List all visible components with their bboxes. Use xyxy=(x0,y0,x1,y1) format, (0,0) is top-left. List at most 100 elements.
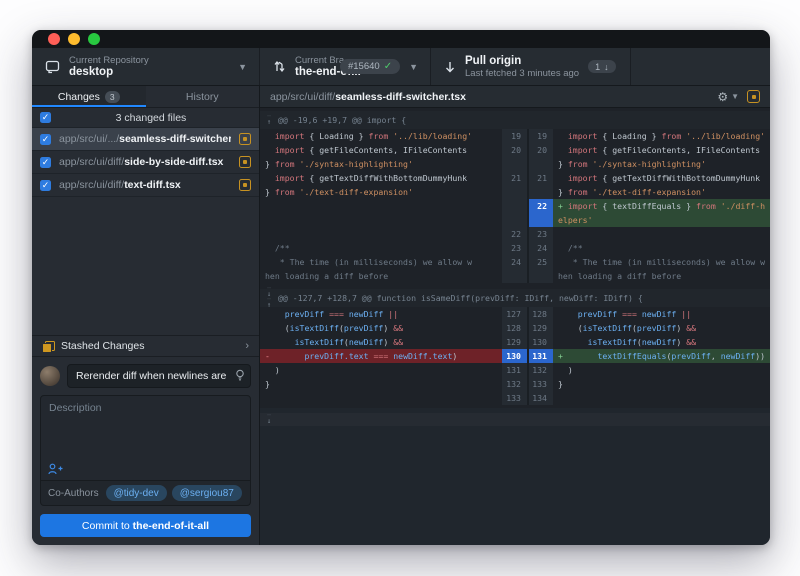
gutter-new-line-number[interactable]: 22 xyxy=(527,199,553,227)
gutter-new-line-number[interactable]: 19 xyxy=(527,129,553,143)
diff-row: )131132 ) xyxy=(260,363,770,377)
git-branch-icon xyxy=(273,59,286,74)
minimize-window-button[interactable] xyxy=(68,33,80,45)
branch-dropdown[interactable]: Current Bra... the-end-of... #15640 ✓ ▼ xyxy=(260,48,431,85)
add-coauthor-icon[interactable] xyxy=(48,463,63,475)
commit-panel: Co-Authors @tidy-dev@sergiou87 Commit to… xyxy=(32,357,259,545)
modified-status-icon xyxy=(239,179,251,191)
gutter-old-line-number[interactable]: 23 xyxy=(502,241,527,255)
file-row[interactable]: ✓app/src/ui/.../seamless-diff-switcher.t… xyxy=(32,128,259,151)
gutter-old-line-number[interactable]: 19 xyxy=(502,129,527,143)
file-row[interactable]: ✓ app/src/ui/diff/text-diff.tsx xyxy=(32,174,259,197)
commit-description-input[interactable] xyxy=(41,396,250,458)
gutter-old-line-number[interactable]: 129 xyxy=(502,335,527,349)
gutter-new-line-number[interactable]: 131 xyxy=(527,349,553,363)
gutter-old-line-number[interactable]: 130 xyxy=(502,349,527,363)
stashed-changes-label: Stashed Changes xyxy=(61,340,237,352)
check-icon: ✓ xyxy=(384,61,392,72)
gutter-old-line-number[interactable]: 24 xyxy=(502,255,527,283)
diff-line-right[interactable]: + textDiffEquals(prevDiff, newDiff)) xyxy=(553,349,770,363)
diff-line-right xyxy=(553,391,770,405)
toolbar-empty-area xyxy=(631,48,770,85)
zoom-window-button[interactable] xyxy=(88,33,100,45)
diff-line-left: /** xyxy=(260,241,502,255)
gutter-old-line-number[interactable] xyxy=(502,199,527,227)
branch-name: the-end-of... xyxy=(295,66,331,79)
file-checkbox[interactable]: ✓ xyxy=(40,180,51,191)
select-all-checkbox[interactable]: ✓ xyxy=(40,112,51,123)
commit-button[interactable]: Commit to the-end-of-it-all xyxy=(40,514,251,537)
diff-options-button[interactable]: ⚙ ▼ xyxy=(717,91,739,103)
stashed-changes-row[interactable]: Stashed Changes › xyxy=(32,335,259,357)
sidebar-empty-area xyxy=(32,197,259,335)
gutter-new-line-number[interactable]: 130 xyxy=(527,335,553,349)
diff-line-left: (isTextDiff(prevDiff) && xyxy=(260,321,502,335)
modified-status-icon xyxy=(239,133,251,145)
gutter-old-line-number[interactable]: 131 xyxy=(502,363,527,377)
pr-status-badge[interactable]: #15640 ✓ xyxy=(340,59,400,74)
tab-changes[interactable]: Changes3 xyxy=(32,86,146,107)
diff-row: /**2324 /** xyxy=(260,241,770,255)
repo-name: desktop xyxy=(69,66,149,79)
expand-up-icon[interactable]: ↑ xyxy=(267,115,271,126)
diff-row: (isTextDiff(prevDiff) &&128129 (isTextDi… xyxy=(260,321,770,335)
diff-row: - prevDiff.text === newDiff.text)130131+… xyxy=(260,349,770,363)
chevron-down-icon: ▼ xyxy=(409,62,418,72)
file-path: app/src/ui/diff/text-diff.tsx xyxy=(59,179,231,191)
diff-line-right[interactable]: + import { textDiffEquals } from './diff… xyxy=(553,199,770,227)
stash-icon xyxy=(42,341,53,352)
gutter-new-line-number[interactable]: 133 xyxy=(527,377,553,391)
gutter-old-line-number[interactable]: 127 xyxy=(502,307,527,321)
diff-line-left: ) xyxy=(260,363,502,377)
gutter-old-line-number[interactable]: 22 xyxy=(502,227,527,241)
diff-footer-expander: ↓ xyxy=(260,413,770,426)
diff-line-left[interactable]: - prevDiff.text === newDiff.text) xyxy=(260,349,502,363)
gutter-old-line-number[interactable]: 20 xyxy=(502,143,527,171)
gutter-old-line-number[interactable]: 132 xyxy=(502,377,527,391)
gutter-new-line-number[interactable]: 128 xyxy=(527,307,553,321)
diff-row: isTextDiff(newDiff) &&129130 isTextDiff(… xyxy=(260,335,770,349)
gutter-new-line-number[interactable]: 129 xyxy=(527,321,553,335)
tab-history[interactable]: History xyxy=(146,86,260,107)
gutter-new-line-number[interactable]: 20 xyxy=(527,143,553,171)
gutter-old-line-number[interactable]: 128 xyxy=(502,321,527,335)
changed-files-header: ✓ 3 changed files xyxy=(32,108,259,128)
file-checkbox[interactable]: ✓ xyxy=(40,134,51,145)
commit-summary-input[interactable] xyxy=(67,364,251,388)
coauthor-pill[interactable]: @sergiou87 xyxy=(172,485,242,501)
gutter-new-line-number[interactable]: 24 xyxy=(527,241,553,255)
file-row[interactable]: ✓app/src/ui/diff/side-by-side-diff.tsx xyxy=(32,151,259,174)
diff-hunk: ↑@@ -19,6 +19,7 @@ import { import { Loa… xyxy=(260,108,770,286)
diff-line-right: } xyxy=(553,377,770,391)
diff-line-right: import { getTextDiffWithBottomDummyHunk}… xyxy=(553,171,770,199)
coauthor-pills: @tidy-dev @sergiou87 xyxy=(106,485,242,501)
lightbulb-icon[interactable] xyxy=(235,369,245,382)
gutter-new-line-number[interactable]: 132 xyxy=(527,363,553,377)
pull-title: Pull origin xyxy=(465,55,579,68)
gutter-new-line-number[interactable]: 134 xyxy=(527,391,553,405)
diff-line-left: import { getTextDiffWithBottomDummyHunk}… xyxy=(260,171,502,199)
gutter-new-line-number[interactable]: 25 xyxy=(527,255,553,283)
toolbar: Current Repository desktop ▼ Current Bra… xyxy=(32,48,770,86)
coauthors-row: Co-Authors @tidy-dev@sergiou87 xyxy=(40,481,251,506)
gutter-old-line-number[interactable]: 21 xyxy=(502,171,527,199)
avatar xyxy=(40,366,60,386)
diff-row: import { Loading } from '../lib/loading'… xyxy=(260,129,770,143)
file-checkbox[interactable]: ✓ xyxy=(40,157,51,168)
coauthor-pill[interactable]: @tidy-dev xyxy=(106,485,167,501)
tab-badge: 3 xyxy=(105,91,120,103)
diff-view: app/src/ui/diff/seamless-diff-switcher.t… xyxy=(260,86,770,545)
repository-dropdown[interactable]: Current Repository desktop ▼ xyxy=(32,48,260,85)
expand-down-icon[interactable]: ↓ xyxy=(267,414,271,425)
diff-line-right: ) xyxy=(553,363,770,377)
gutter-new-line-number[interactable]: 21 xyxy=(527,171,553,199)
close-window-button[interactable] xyxy=(48,33,60,45)
diff-line-right: import { Loading } from '../lib/loading' xyxy=(553,129,770,143)
gutter-old-line-number[interactable]: 133 xyxy=(502,391,527,405)
gutter-new-line-number[interactable]: 23 xyxy=(527,227,553,241)
diff-line-left: isTextDiff(newDiff) && xyxy=(260,335,502,349)
diff-line-left[interactable] xyxy=(260,199,502,227)
chevron-down-icon: ▼ xyxy=(238,62,247,72)
desktop-background: Current Repository desktop ▼ Current Bra… xyxy=(0,0,800,576)
pull-origin-button[interactable]: Pull origin Last fetched 3 minutes ago 1… xyxy=(431,48,631,85)
